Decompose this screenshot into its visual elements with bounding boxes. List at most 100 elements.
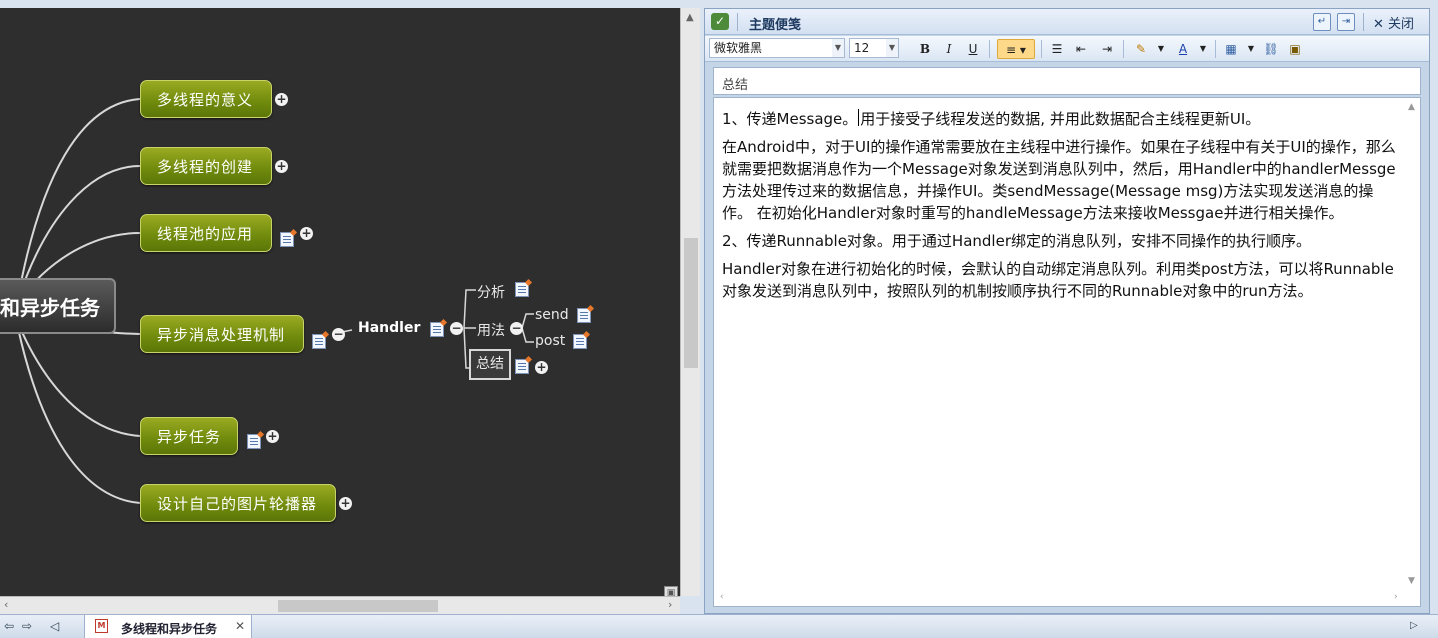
formatting-toolbar: 微软雅黑 ▼ 12 ▼ B I U ≡ ▾ ☰ ⇤ ⇥ ✎ ▼ A ▼ ▦ ▼ … (705, 36, 1429, 62)
expand-plus-icon[interactable]: + (275, 93, 288, 106)
indent-icon[interactable]: ⇥ (1097, 39, 1117, 59)
tab-document[interactable]: M 多线程和异步任务 ✕ (84, 615, 252, 638)
branch-node-label: 异步消息处理机制 (157, 325, 286, 344)
usage-node[interactable]: 用法 (477, 320, 505, 340)
note-subject-value: 总结 (722, 78, 749, 93)
font-color-icon[interactable]: A (1173, 39, 1193, 59)
scroll-down-arrow-icon[interactable]: ▼ (1408, 576, 1415, 586)
expand-plus-icon[interactable]: + (275, 160, 288, 173)
panel-title: 主题便笺 (749, 18, 802, 33)
branch-node-image-carousel[interactable]: 设计自己的图片轮播器 (140, 484, 336, 522)
analysis-node-label: 分析 (477, 285, 505, 301)
note-icon[interactable] (247, 434, 261, 449)
note-icon[interactable] (312, 334, 326, 349)
chevron-down-icon[interactable]: ▼ (1193, 39, 1213, 59)
font-size-value: 12 (854, 41, 870, 55)
handler-node-label: Handler (358, 320, 421, 336)
note-icon[interactable] (515, 359, 529, 374)
scroll-left-arrow-icon[interactable]: ‹ (720, 592, 724, 602)
note-icon[interactable] (515, 282, 529, 297)
outdent-icon[interactable]: ⇤ (1071, 39, 1091, 59)
mindmap-canvas[interactable]: 和异步任务 多线程的意义 + 多线程的创建 + 线程池的应用 + 异步消息处理机… (0, 8, 680, 596)
note-content[interactable]: 1、传递Message。 用于接受子线程发送的数据, 并用此数据配合主线程更新UI… (722, 108, 1400, 308)
branch-node-thread-meaning[interactable]: 多线程的意义 (140, 80, 272, 118)
usage-node-label: 用法 (477, 323, 505, 339)
align-left-icon[interactable]: ≡ ▾ (997, 39, 1035, 59)
note-paragraph: 2、传递Runnable对象。用于通过Handler绑定的消息队列，安排不同操作… (722, 232, 1311, 250)
handler-node[interactable]: Handler (358, 320, 420, 336)
close-icon: ✕ (1373, 17, 1384, 32)
summary-node-label: 总结 (476, 356, 504, 372)
scroll-thumb[interactable] (278, 600, 438, 612)
font-size-select[interactable]: 12 ▼ (849, 38, 899, 58)
import-note-icon[interactable]: ⇥ (1337, 13, 1355, 31)
branch-node-thread-pool[interactable]: 线程池的应用 (140, 214, 272, 252)
branch-node-async-task[interactable]: 异步任务 (140, 417, 238, 455)
branch-node-async-message[interactable]: 异步消息处理机制 (140, 315, 304, 353)
collapse-minus-icon[interactable]: − (332, 328, 345, 341)
insert-image-icon[interactable]: ▣ (1285, 39, 1305, 59)
chevron-down-icon[interactable]: ▼ (1241, 39, 1261, 59)
scroll-thumb[interactable] (684, 238, 698, 368)
collapse-minus-icon[interactable]: − (510, 322, 523, 335)
hyperlink-icon[interactable]: ⛓ (1261, 39, 1281, 59)
analysis-node[interactable]: 分析 (477, 282, 505, 302)
canvas-horizontal-scrollbar[interactable]: ‹ › (0, 596, 680, 614)
note-editor[interactable]: 1、传递Message。 用于接受子线程发送的数据, 并用此数据配合主线程更新UI… (713, 97, 1421, 607)
canvas-vertical-scrollbar[interactable]: ▲ (680, 8, 700, 596)
note-text: 1、传递Message。 (722, 110, 858, 128)
scroll-right-arrow-icon[interactable]: › (1394, 592, 1398, 602)
post-node-label: post (535, 333, 566, 349)
overview-toggle-icon[interactable]: ▣ (664, 586, 678, 596)
note-icon[interactable] (577, 308, 591, 323)
close-button[interactable]: ✕ 关闭 (1373, 13, 1414, 32)
note-icon[interactable] (573, 334, 587, 349)
close-icon[interactable]: ✕ (235, 619, 245, 633)
highlight-color-icon[interactable]: ✎ (1131, 39, 1151, 59)
editor-horizontal-scrollbar[interactable]: ‹ › (714, 590, 1406, 606)
tab-scroll-left-icon[interactable]: ◁ (50, 619, 59, 633)
scroll-right-arrow-icon[interactable]: › (668, 598, 672, 611)
topic-notes-panel: ✓ 主题便笺 ↵ ⇥ ✕ 关闭 微软雅黑 ▼ 12 ▼ B I U ≡ ▾ ☰ … (704, 8, 1430, 614)
tab-scroll-right-icon[interactable]: ▷ (1410, 620, 1418, 631)
bullet-list-icon[interactable]: ☰ (1047, 39, 1067, 59)
note-icon[interactable] (280, 232, 294, 247)
branch-node-label: 异步任务 (157, 427, 222, 446)
branch-node-label: 多线程的创建 (157, 157, 254, 176)
mindmap-file-icon: M (95, 619, 108, 633)
editor-vertical-scrollbar[interactable]: ▲ ▼ (1404, 98, 1420, 588)
note-subject-field[interactable]: 总结 (713, 67, 1421, 95)
expand-plus-icon[interactable]: + (535, 361, 548, 374)
divider (1041, 40, 1042, 58)
export-note-icon[interactable]: ↵ (1313, 13, 1331, 31)
scroll-left-arrow-icon[interactable]: ‹ (4, 598, 8, 611)
forward-arrow-icon[interactable]: ⇨ (22, 619, 32, 633)
underline-icon[interactable]: U (963, 39, 983, 59)
note-paragraph: 在Android中，对于UI的操作通常需要放在主线程中进行操作。如果在子线程中有… (722, 138, 1396, 222)
expand-plus-icon[interactable]: + (300, 227, 313, 240)
chevron-down-icon: ▼ (832, 39, 844, 57)
tab-document-title: 多线程和异步任务 (121, 622, 218, 636)
back-arrow-icon[interactable]: ⇦ (4, 619, 14, 633)
bold-icon[interactable]: B (915, 39, 935, 59)
branch-node-thread-creation[interactable]: 多线程的创建 (140, 147, 272, 185)
table-icon[interactable]: ▦ (1221, 39, 1241, 59)
post-node[interactable]: post (535, 333, 565, 349)
scroll-up-arrow-icon[interactable]: ▲ (686, 12, 694, 23)
notes-check-icon[interactable]: ✓ (711, 13, 729, 30)
root-node[interactable]: 和异步任务 (0, 278, 116, 334)
collapse-minus-icon[interactable]: − (450, 322, 463, 335)
send-node-label: send (535, 307, 569, 323)
summary-node-selected[interactable]: 总结 (469, 349, 511, 380)
branch-node-label: 线程池的应用 (157, 224, 254, 243)
scroll-up-arrow-icon[interactable]: ▲ (1408, 102, 1415, 112)
expand-plus-icon[interactable]: + (339, 497, 352, 510)
note-icon[interactable] (430, 322, 444, 337)
send-node[interactable]: send (535, 307, 569, 323)
expand-plus-icon[interactable]: + (266, 430, 279, 443)
chevron-down-icon[interactable]: ▼ (1151, 39, 1171, 59)
font-family-select[interactable]: 微软雅黑 ▼ (709, 38, 845, 58)
italic-icon[interactable]: I (939, 39, 959, 59)
panel-title-bar: ✓ 主题便笺 ↵ ⇥ ✕ 关闭 (705, 9, 1429, 35)
font-family-value: 微软雅黑 (714, 41, 763, 55)
